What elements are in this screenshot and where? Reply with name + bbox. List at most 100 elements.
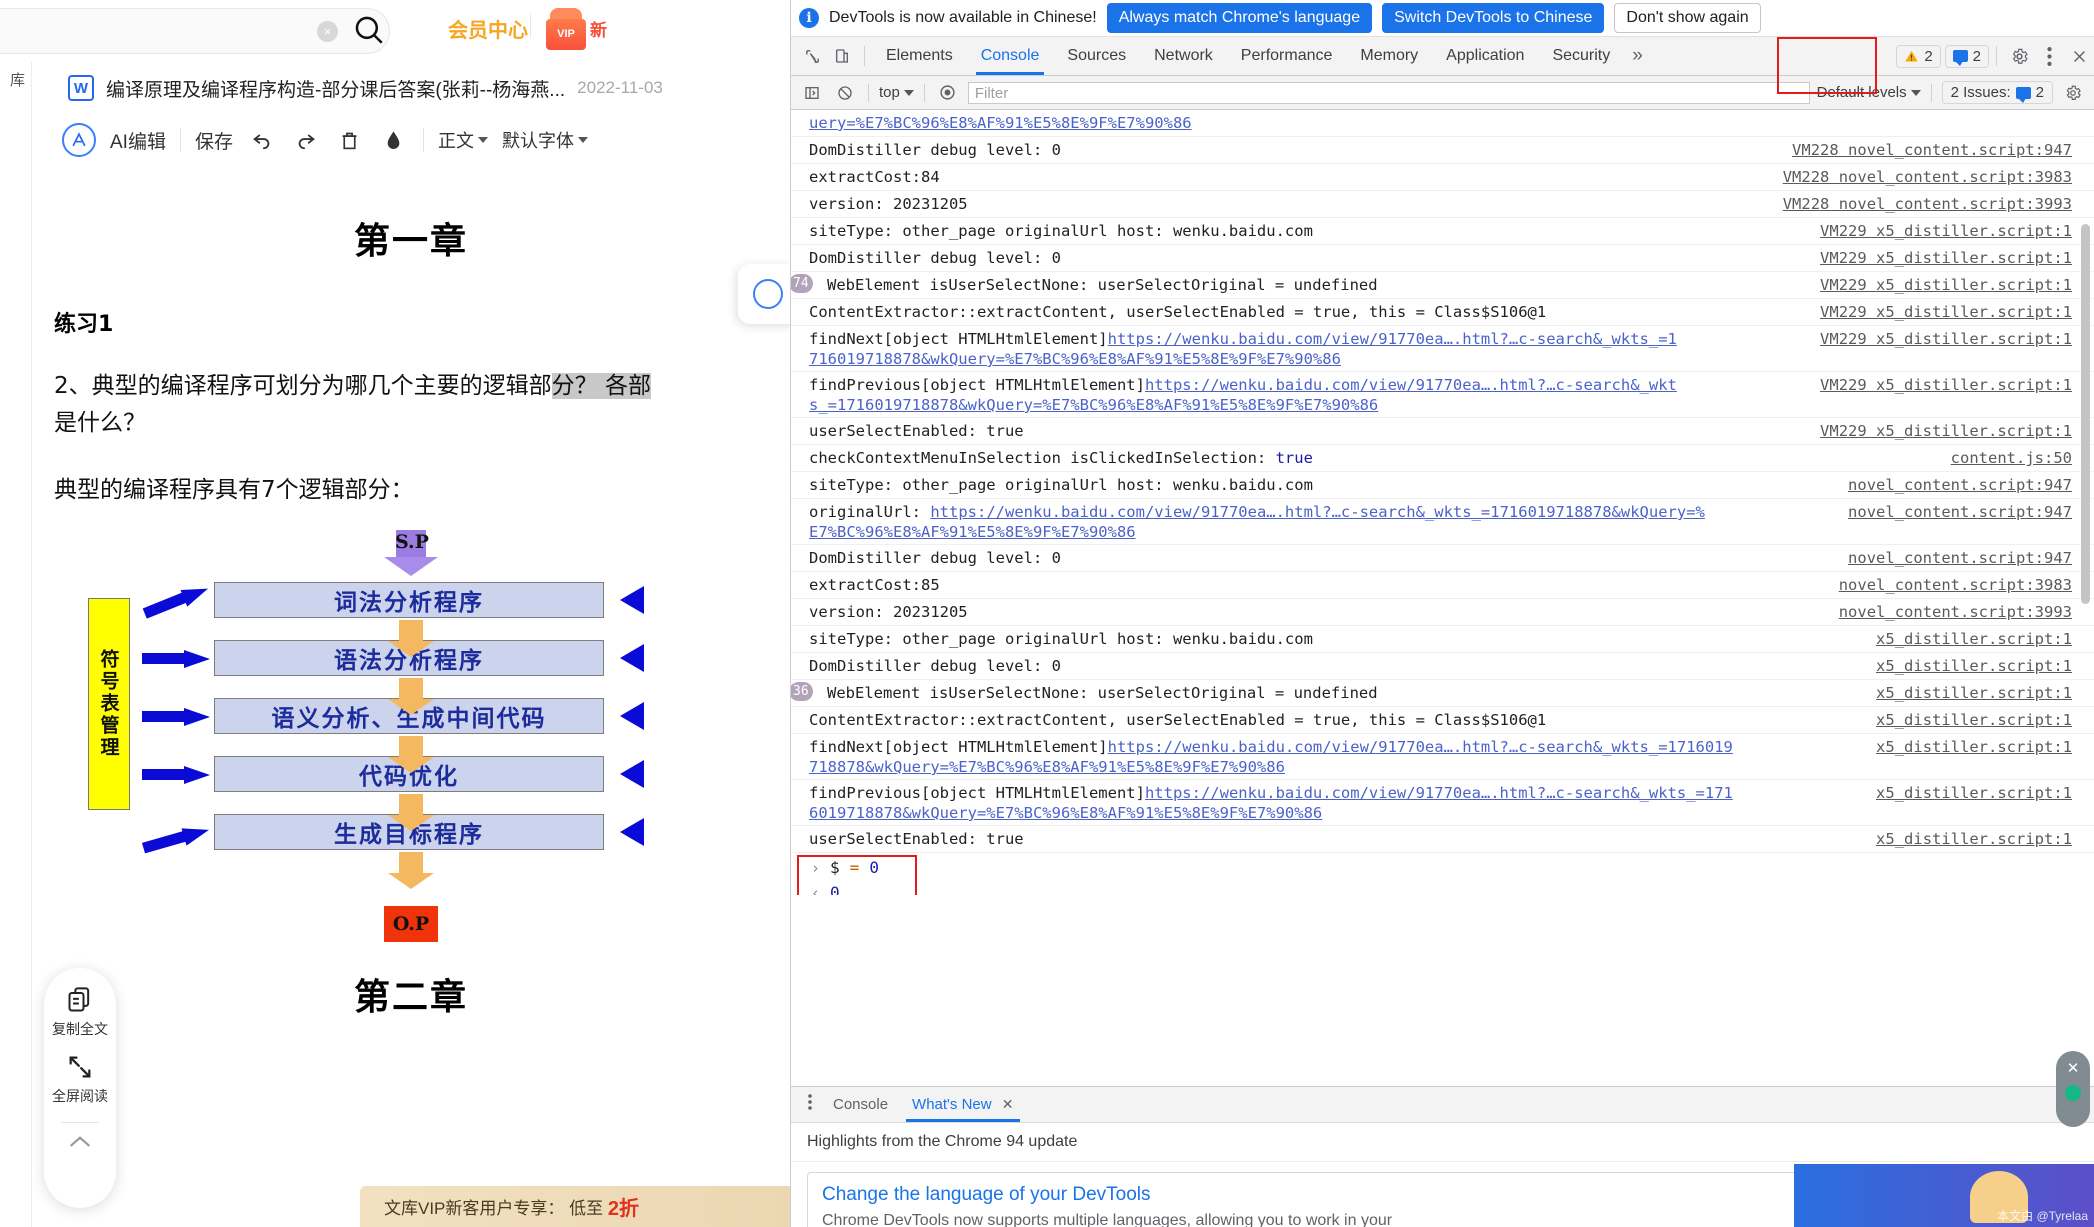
- tab-performance[interactable]: Performance: [1227, 37, 1347, 75]
- switch-to-chinese-button[interactable]: Switch DevTools to Chinese: [1382, 3, 1605, 33]
- console-message-source[interactable]: VM229 x5_distiller.script:1: [1820, 247, 2072, 269]
- console-message-row[interactable]: extractCost:84 VM228 novel_content.script…: [791, 164, 2094, 191]
- console-message-link[interactable]: https://wenku.baidu.com/view/91770ea….ht…: [1145, 376, 1677, 394]
- console-message-source[interactable]: x5_distiller.script:1: [1876, 736, 2072, 758]
- console-message-row[interactable]: ContentExtractor::extractContent, userSe…: [791, 299, 2094, 326]
- console-message-row[interactable]: version: 20231205 VM228 novel_content.scr…: [791, 191, 2094, 218]
- console-message-source[interactable]: x5_distiller.script:1: [1876, 682, 2072, 704]
- live-expression-icon[interactable]: [935, 80, 961, 106]
- console-message-source[interactable]: VM228 novel_content.script:947: [1792, 139, 2072, 161]
- console-settings-gear-icon[interactable]: [2060, 80, 2086, 106]
- console-message-link-continued[interactable]: 716019718878&wkQuery=%E7%BC%96%E8%AF%91%…: [809, 350, 1341, 368]
- console-message-row[interactable]: ContentExtractor::extractContent, userSe…: [791, 707, 2094, 734]
- console-message-source[interactable]: VM228 novel_content.script:3983: [1783, 166, 2072, 188]
- close-icon[interactable]: ✕: [1002, 1096, 1014, 1112]
- console-message-source[interactable]: VM229 x5_distiller.script:1: [1820, 301, 2072, 323]
- always-match-language-button[interactable]: Always match Chrome's language: [1106, 3, 1373, 33]
- tab-sources[interactable]: Sources: [1053, 37, 1140, 75]
- undo-icon[interactable]: [247, 125, 277, 155]
- console-scrollbar-thumb[interactable]: [2081, 224, 2090, 604]
- console-message-row[interactable]: findNext[object HTMLHtmlElement]https://…: [791, 734, 2094, 758]
- inspect-element-icon[interactable]: [797, 41, 827, 71]
- console-message-row[interactable]: siteType: other_page originalUrl host: w…: [791, 626, 2094, 653]
- vip-center-link[interactable]: 会员中心: [448, 14, 528, 43]
- console-message-row[interactable]: 74 WebElement isUserSelectNone: userSelec…: [791, 272, 2094, 299]
- console-message-row[interactable]: 36 WebElement isUserSelectNone: userSelec…: [791, 680, 2094, 707]
- console-message-source[interactable]: x5_distiller.script:1: [1876, 628, 2072, 650]
- console-message-source[interactable]: VM229 x5_distiller.script:1: [1820, 220, 2072, 242]
- console-message-link-continued[interactable]: s_=1716019718878&wkQuery=%E7%BC%96%E8%AF…: [809, 396, 1378, 414]
- console-message-row[interactable]: findPrevious[object HTMLHtmlElement]http…: [791, 780, 2094, 804]
- copy-all-button[interactable]: 复制全文: [52, 986, 108, 1039]
- console-message-row[interactable]: userSelectEnabled: true VM229 x5_distille…: [791, 418, 2094, 445]
- console-message-source[interactable]: VM229 x5_distiller.script:1: [1820, 374, 2072, 396]
- console-sidebar-toggle-icon[interactable]: [799, 80, 825, 106]
- search-clear-icon[interactable]: ×: [317, 21, 338, 42]
- drawer-kebab-icon[interactable]: [799, 1094, 821, 1115]
- console-message-source[interactable]: VM229 x5_distiller.script:1: [1820, 274, 2072, 296]
- close-devtools-icon[interactable]: [2064, 41, 2094, 71]
- console-message-row[interactable]: uery=%E7%BC%96%E8%AF%91%E5%8E%9F%E7%90%8…: [791, 110, 2094, 137]
- console-message-row[interactable]: DomDistiller debug level: 0 novel_content…: [791, 545, 2094, 572]
- kebab-menu-icon[interactable]: [2034, 41, 2064, 71]
- console-message-row[interactable]: originalUrl: https://wenku.baidu.com/vie…: [791, 499, 2094, 523]
- console-message-link[interactable]: https://wenku.baidu.com/view/91770ea….ht…: [1108, 330, 1677, 348]
- scroll-up-button[interactable]: [67, 1133, 93, 1154]
- tab-memory[interactable]: Memory: [1346, 37, 1432, 75]
- console-message-link-continued[interactable]: E7%BC%96%E8%AF%91%E5%8E%9F%E7%90%86: [809, 523, 1136, 541]
- console-message-source[interactable]: VM229 x5_distiller.script:1: [1820, 328, 2072, 350]
- drawer-tab-whats-new[interactable]: What's New ✕: [900, 1087, 1025, 1122]
- message-count-badge[interactable]: 2: [1944, 44, 1989, 68]
- console-message-row[interactable]: DomDistiller debug level: 0 x5_distiller.…: [791, 653, 2094, 680]
- console-message-row[interactable]: version: 20231205 novel_content.script:39…: [791, 599, 2094, 626]
- tab-console[interactable]: Console: [967, 37, 1054, 75]
- more-tabs-icon[interactable]: »: [1624, 45, 1651, 67]
- console-message-source[interactable]: x5_distiller.script:1: [1876, 782, 2072, 804]
- console-message-row[interactable]: siteType: other_page originalUrl host: w…: [791, 218, 2094, 245]
- console-message-row[interactable]: findPrevious[object HTMLHtmlElement]http…: [791, 372, 2094, 396]
- console-message-source[interactable]: novel_content.script:947: [1848, 547, 2072, 569]
- console-message-link[interactable]: uery=%E7%BC%96%E8%AF%91%E5%8E%9F%E7%90%8…: [809, 114, 1192, 132]
- widget-close-icon[interactable]: ✕: [2067, 1059, 2080, 1077]
- console-message-source[interactable]: x5_distiller.script:1: [1876, 828, 2072, 850]
- paragraph-style-select[interactable]: 正文: [438, 127, 488, 153]
- dont-show-again-button[interactable]: Don't show again: [1614, 3, 1761, 33]
- issues-badge[interactable]: 2 Issues: 2: [1941, 81, 2053, 104]
- console-message-link[interactable]: https://wenku.baidu.com/view/91770ea….ht…: [1108, 738, 1733, 756]
- console-filter-input[interactable]: Filter: [967, 81, 1810, 104]
- drawer-tab-console[interactable]: Console: [821, 1087, 900, 1122]
- console-message-row[interactable]: extractCost:85 novel_content.script:3983: [791, 572, 2094, 599]
- redo-icon[interactable]: [291, 125, 321, 155]
- vip-gift-icon[interactable]: VIP: [546, 8, 586, 50]
- console-message-source[interactable]: novel_content.script:3993: [1839, 601, 2072, 623]
- tab-application[interactable]: Application: [1432, 37, 1538, 75]
- floating-scroll-widget[interactable]: ✕: [2056, 1051, 2090, 1127]
- warning-count-badge[interactable]: 2: [1896, 44, 1941, 68]
- console-message-link-continued[interactable]: 718878&wkQuery=%E7%BC%96%E8%AF%91%E5%8E%…: [809, 758, 1285, 776]
- gear-icon[interactable]: [2004, 41, 2034, 71]
- clear-console-icon[interactable]: [832, 80, 858, 106]
- console-message-link[interactable]: https://wenku.baidu.com/view/91770ea….ht…: [930, 503, 1705, 521]
- save-button[interactable]: 保存: [195, 127, 233, 154]
- tab-elements[interactable]: Elements: [872, 37, 967, 75]
- device-toolbar-icon[interactable]: [827, 41, 857, 71]
- console-message-row[interactable]: siteType: other_page originalUrl host: w…: [791, 472, 2094, 499]
- console-input-row[interactable]: › $ = 0: [791, 855, 2094, 880]
- console-message-source[interactable]: x5_distiller.script:1: [1876, 655, 2072, 677]
- console-message-row[interactable]: checkContextMenuInSelection isClickedInS…: [791, 445, 2094, 472]
- console-message-row[interactable]: userSelectEnabled: true x5_distiller.scri…: [791, 826, 2094, 853]
- fullscreen-read-button[interactable]: 全屏阅读: [52, 1053, 108, 1106]
- console-message-row[interactable]: DomDistiller debug level: 0 VM228 novel_c…: [791, 137, 2094, 164]
- console-message-link[interactable]: https://wenku.baidu.com/view/91770ea….ht…: [1145, 784, 1733, 802]
- console-scrollbar[interactable]: [2081, 114, 2092, 891]
- console-message-source[interactable]: novel_content.script:947: [1848, 474, 2072, 496]
- console-message-source[interactable]: novel_content.script:947: [1848, 501, 2072, 523]
- console-message-list[interactable]: uery=%E7%BC%96%E8%AF%91%E5%8E%9F%E7%90%8…: [791, 110, 2094, 895]
- tab-security[interactable]: Security: [1538, 37, 1624, 75]
- console-message-source[interactable]: novel_content.script:3983: [1839, 574, 2072, 596]
- console-message-source[interactable]: VM229 x5_distiller.script:1: [1820, 420, 2072, 442]
- tab-network[interactable]: Network: [1140, 37, 1227, 75]
- search-icon[interactable]: [352, 13, 386, 52]
- console-message-source[interactable]: x5_distiller.script:1: [1876, 709, 2072, 731]
- console-message-link-continued[interactable]: 6019718878&wkQuery=%E7%BC%96%E8%AF%91%E5…: [809, 804, 1322, 822]
